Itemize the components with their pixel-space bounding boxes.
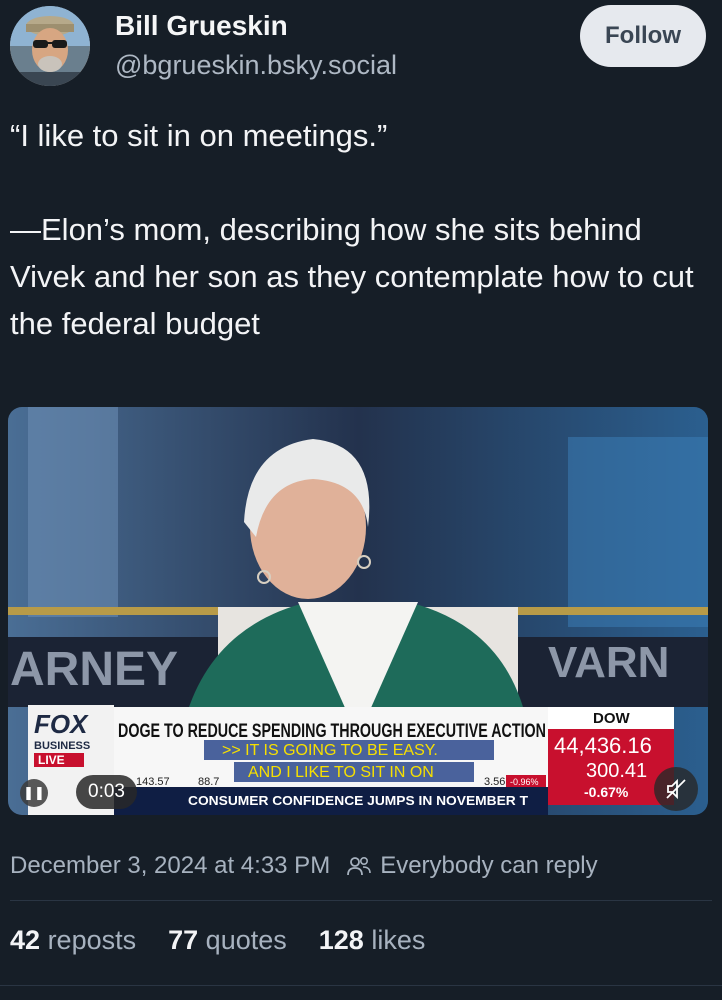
quotes-count: 77	[168, 925, 199, 955]
people-icon	[347, 856, 371, 876]
divider	[0, 985, 722, 986]
follow-button[interactable]: Follow	[580, 5, 706, 67]
video-frame: ARNEY VARN FOX BUSINESS LIVE DOGE TO RED…	[8, 407, 708, 815]
post-header: Bill Grueskin @bgrueskin.bsky.social Fol…	[0, 0, 722, 100]
chyron-headline: DOGE TO REDUCE SPENDING THROUGH EXECUTIV…	[118, 721, 546, 742]
reposts-count: 42	[10, 925, 41, 955]
post-stats: 42 reposts 77 quotes 128 likes	[10, 925, 457, 956]
author-handle[interactable]: @bgrueskin.bsky.social	[115, 50, 397, 81]
dow-label: DOW	[593, 710, 631, 727]
author-name[interactable]: Bill Grueskin	[115, 10, 288, 42]
video-time: 0:03	[76, 775, 137, 809]
backdrop-text-right: VARN	[548, 638, 669, 687]
quotes-stat[interactable]: 77 quotes	[168, 925, 287, 956]
ticker-value-left: 143.57	[136, 776, 170, 788]
ticker-pct: -0.96%	[510, 777, 539, 787]
reposts-label: reposts	[47, 925, 137, 955]
dow-value: 44,436.16	[554, 733, 652, 758]
ticker-text: CONSUMER CONFIDENCE JUMPS IN NOVEMBER T	[188, 793, 528, 808]
post-meta: December 3, 2024 at 4:33 PM Everybody ca…	[10, 846, 598, 886]
post-quote-line: “I like to sit in on meetings.”	[10, 118, 388, 153]
fox-business-text: BUSINESS	[34, 740, 90, 752]
fox-logo-text: FOX	[34, 709, 89, 739]
ticker-value-right: 3.56	[484, 776, 505, 788]
caption-line-1: >> IT IS GOING TO BE EASY.	[222, 742, 438, 759]
pause-icon[interactable]: ❚❚	[20, 779, 48, 807]
backdrop-text-left: ARNEY	[10, 643, 178, 696]
post-timestamp[interactable]: December 3, 2024 at 4:33 PM	[10, 852, 330, 880]
video-player[interactable]: ARNEY VARN FOX BUSINESS LIVE DOGE TO RED…	[8, 407, 708, 815]
quotes-label: quotes	[205, 925, 287, 955]
post-text: “I like to sit in on meetings.” —Elon’s …	[10, 112, 700, 347]
dow-pct: -0.67%	[584, 784, 629, 800]
dow-change: 300.41	[586, 760, 647, 782]
likes-label: likes	[371, 925, 426, 955]
caption-line-2: AND I LIKE TO SIT IN ON	[248, 764, 434, 781]
reply-setting-label: Everybody can reply	[380, 852, 598, 879]
live-badge: LIVE	[38, 753, 65, 767]
likes-count: 128	[318, 925, 364, 955]
avatar-photo	[10, 6, 90, 86]
reply-setting[interactable]: Everybody can reply	[346, 852, 598, 880]
ticker-value-mid: 88.7	[198, 776, 219, 788]
mute-glyph	[666, 778, 686, 800]
avatar[interactable]	[10, 6, 90, 86]
divider	[10, 900, 712, 901]
mute-icon[interactable]	[654, 767, 698, 811]
reposts-stat[interactable]: 42 reposts	[10, 925, 136, 956]
likes-stat[interactable]: 128 likes	[319, 925, 426, 956]
post-attribution: —Elon’s mom, describing how she sits beh…	[10, 212, 694, 341]
